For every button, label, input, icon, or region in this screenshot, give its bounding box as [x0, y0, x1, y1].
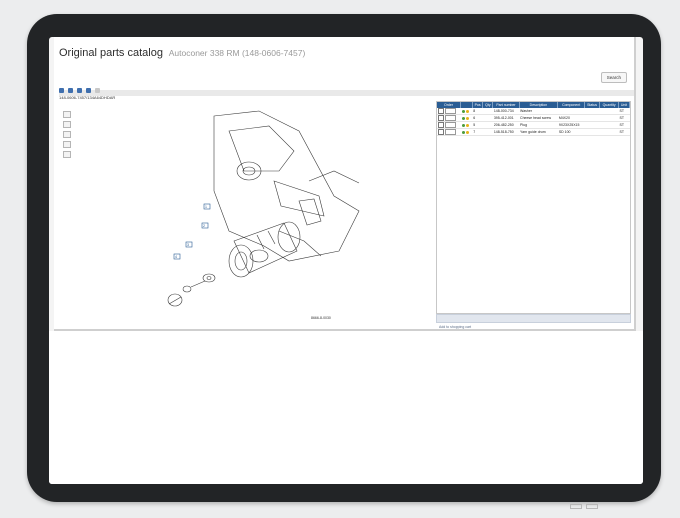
info-icon[interactable] — [461, 116, 465, 120]
print-icon[interactable] — [86, 88, 91, 93]
drawing-tools — [63, 111, 71, 158]
fit-icon[interactable] — [63, 131, 71, 138]
table-row[interactable]: 5 206-482-250 Plug 9X23X25X15 ST — [437, 121, 630, 129]
grid-icon[interactable] — [59, 88, 64, 93]
tablet-screen: Original parts catalog Autoconer 338 RM … — [49, 37, 643, 484]
page-title: Original parts catalog Autoconer 338 RM … — [59, 47, 305, 59]
part-number-cell[interactable]: 148-518-750 — [492, 128, 520, 136]
search-button[interactable]: Search — [600, 72, 627, 83]
callout-label[interactable]: 1 — [205, 205, 207, 209]
control-icon — [586, 504, 598, 509]
parts-illustration: 1 2 3 4 — [167, 110, 360, 307]
add-to-cart-link[interactable]: Add to shopping cart — [437, 325, 471, 329]
add-to-cart-bar[interactable]: Add to shopping cart — [436, 314, 631, 329]
description-cell: Yarn guide drum — [519, 128, 558, 136]
unit-cell: ST — [618, 128, 630, 136]
part-number-cell[interactable]: 206-482-250 — [492, 121, 520, 129]
reset-icon[interactable] — [63, 151, 71, 158]
zoom-out-icon[interactable] — [63, 121, 71, 128]
callout-label[interactable]: 2 — [203, 224, 205, 228]
quantity-input[interactable] — [444, 122, 456, 128]
control-icon — [570, 504, 582, 509]
cart-icon[interactable] — [465, 116, 469, 120]
component-cell: 9X23X25X15 — [557, 121, 585, 129]
pos-cell: 5 — [472, 121, 483, 129]
description-cell: Cheese head screw — [519, 114, 558, 122]
breadcrumb: 148-0606-7457/134A64DHDAR — [59, 95, 116, 100]
zoom-in-icon[interactable] — [63, 111, 71, 118]
exploded-view-drawing[interactable]: 1 2 3 4 8666-8-0030 — [59, 101, 432, 325]
tree-icon[interactable] — [68, 88, 73, 93]
component-cell: SD 100 — [557, 128, 585, 136]
quantity-input[interactable] — [444, 108, 456, 114]
row-checkbox[interactable] — [438, 108, 444, 114]
row-checkbox[interactable] — [438, 115, 444, 121]
cart-icon[interactable] — [465, 130, 469, 134]
row-checkbox[interactable] — [438, 122, 444, 128]
unit-cell: ST — [618, 121, 630, 129]
info-icon[interactable] — [461, 123, 465, 127]
catalog-title: Original parts catalog — [59, 47, 163, 59]
callout-label[interactable]: 4 — [175, 255, 177, 259]
cart-icon[interactable] — [465, 109, 469, 113]
pos-cell: 6 — [472, 114, 483, 122]
zoom-icon[interactable] — [77, 88, 82, 93]
empty-area — [49, 331, 643, 484]
pos-cell: 7 — [472, 128, 483, 136]
table-row[interactable]: 6 395-412-001 Cheese head screw M4X20 ST — [437, 114, 630, 122]
pan-icon[interactable] — [63, 141, 71, 148]
drawing-caption: 8666-8-0030 — [311, 316, 331, 320]
catalog-subtitle: Autoconer 338 RM (148-0606-7457) — [168, 48, 306, 58]
description-cell: Plug — [519, 121, 558, 129]
callout-label[interactable]: 3 — [187, 243, 189, 247]
part-number-cell[interactable]: 395-412-001 — [492, 114, 520, 122]
window-controls — [570, 496, 618, 509]
quantity-input[interactable] — [444, 115, 456, 121]
row-checkbox[interactable] — [438, 129, 444, 135]
info-icon[interactable] — [95, 88, 100, 93]
toolbar-band — [59, 90, 634, 96]
info-icon[interactable] — [461, 109, 465, 113]
cart-icon[interactable] — [465, 123, 469, 127]
info-icon[interactable] — [461, 130, 465, 134]
quantity-input[interactable] — [444, 129, 456, 135]
table-row[interactable]: 7 148-518-750 Yarn guide drum SD 100 ST — [437, 128, 630, 136]
parts-table: Order Pos Qty Part number Description Co… — [436, 101, 631, 314]
toolbar — [59, 87, 100, 94]
parts-catalog-app: Original parts catalog Autoconer 338 RM … — [54, 37, 636, 331]
unit-cell: ST — [618, 114, 630, 122]
component-cell: M4X20 — [557, 114, 585, 122]
